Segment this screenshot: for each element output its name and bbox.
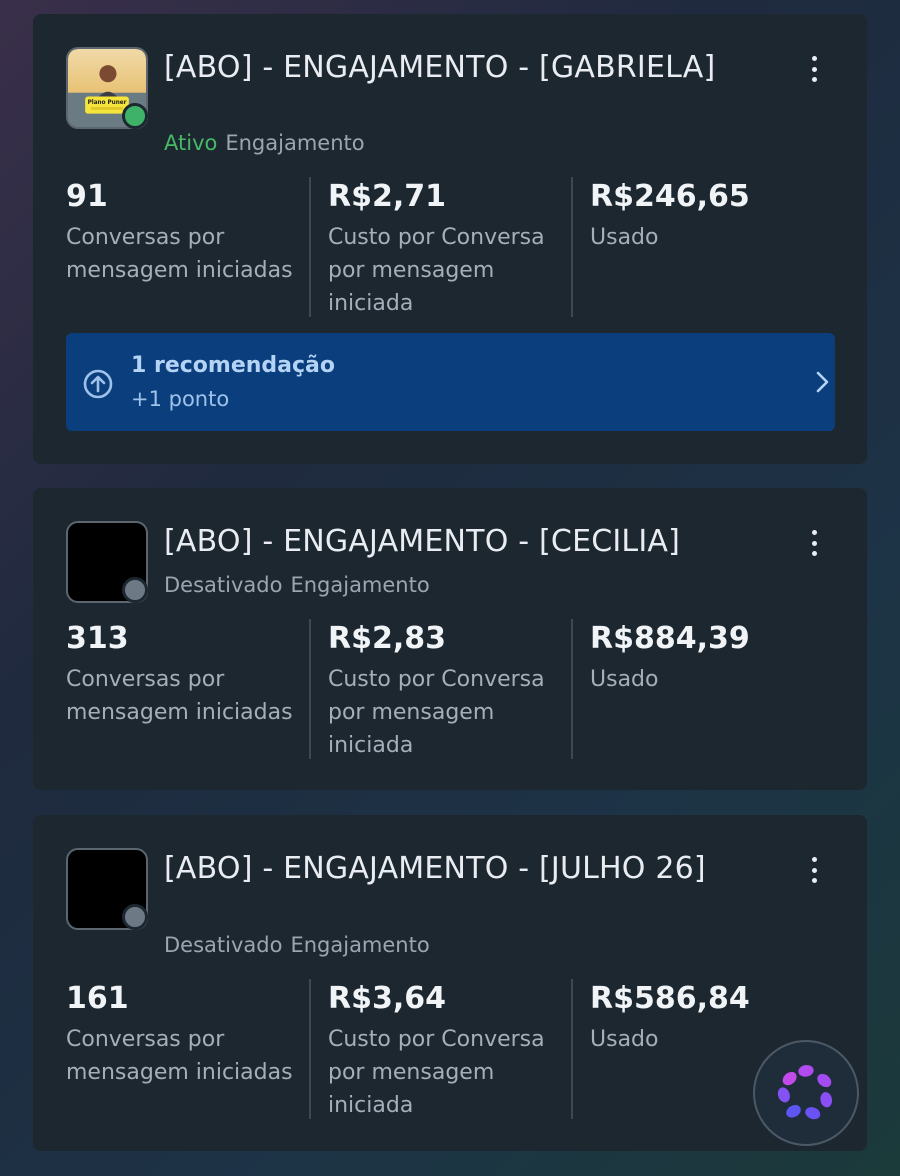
metric-label: Custo por Conversa por mensagem iniciada [328,667,545,758]
campaign-metrics: 313 Conversas por mensagem iniciadas R$2… [66,619,836,759]
thumbnail-text: Plano Puner [88,100,127,106]
campaign-title[interactable]: [ABO] - ENGAJAMENTO - [GABRIELA] [164,48,754,88]
more-options-icon[interactable] [801,526,827,560]
status-indicator-active [122,103,148,129]
metric-value: 161 [66,981,129,1016]
campaign-objective: Engajamento [225,131,365,155]
metric-label: Conversas por mensagem iniciadas [66,225,293,283]
status-indicator-inactive [122,577,148,603]
metric-value: R$3,64 [328,981,446,1016]
meta-ai-icon [777,1065,833,1120]
campaign-title[interactable]: [ABO] - ENGAJAMENTO - [JULHO 26] [164,849,754,889]
campaign-card[interactable]: Plano Puner [ABO] - ENGAJAMENTO - [GABRI… [33,14,867,464]
metric-value: R$246,65 [590,179,750,214]
campaign-status: Ativo [164,131,218,155]
recommendation-title: 1 recomendação [131,353,335,378]
campaign-objective: Engajamento [290,573,430,597]
campaign-title[interactable]: [ABO] - ENGAJAMENTO - [CECILIA] [164,522,754,562]
campaign-objective: Engajamento [290,933,430,957]
metric-conversations: 313 Conversas por mensagem iniciadas [66,619,306,729]
metric-value: 91 [66,179,108,214]
arrow-up-circle-icon [83,369,113,399]
more-options-icon[interactable] [801,853,827,887]
metric-spent: R$884,39 Usado [590,619,830,696]
metric-label: Custo por Conversa por mensagem iniciada [328,225,545,316]
metric-divider [571,619,573,759]
status-indicator-inactive [122,904,148,930]
metric-cost-per-conversation: R$2,71 Custo por Conversa por mensagem i… [328,177,568,320]
metric-value: R$586,84 [590,981,750,1016]
campaign-card[interactable]: [ABO] - ENGAJAMENTO - [CECILIA] Desativa… [33,488,867,790]
metric-cost-per-conversation: R$2,83 Custo por Conversa por mensagem i… [328,619,568,762]
meta-ai-button[interactable] [753,1040,859,1146]
more-options-icon[interactable] [801,52,827,86]
recommendation-subtitle: +1 ponto [131,387,230,411]
campaign-status: Desativado [164,933,283,957]
metric-value: R$884,39 [590,621,750,656]
metric-spent: R$246,65 Usado [590,177,830,254]
metric-label: Usado [590,667,659,692]
metric-value: R$2,83 [328,621,446,656]
campaign-status-line: Desativado Engajamento [164,933,430,957]
metric-label: Usado [590,225,659,250]
campaign-metrics: 161 Conversas por mensagem iniciadas R$3… [66,979,836,1119]
campaign-metrics: 91 Conversas por mensagem iniciadas R$2,… [66,177,836,317]
metric-cost-per-conversation: R$3,64 Custo por Conversa por mensagem i… [328,979,568,1122]
metric-divider [309,979,311,1119]
metric-label: Custo por Conversa por mensagem iniciada [328,1027,545,1118]
metric-value: 313 [66,621,129,656]
metric-divider [571,979,573,1119]
metric-conversations: 161 Conversas por mensagem iniciadas [66,979,306,1089]
campaign-status-line: Desativado Engajamento [164,573,430,597]
metric-conversations: 91 Conversas por mensagem iniciadas [66,177,306,287]
chevron-right-icon [816,371,829,393]
recommendation-banner[interactable]: 1 recomendação +1 ponto [66,333,835,431]
metric-value: R$2,71 [328,179,446,214]
metric-label: Conversas por mensagem iniciadas [66,1027,293,1085]
metric-label: Conversas por mensagem iniciadas [66,667,293,725]
campaign-list: Plano Puner [ABO] - ENGAJAMENTO - [GABRI… [0,0,900,1176]
metric-divider [309,177,311,317]
campaign-card[interactable]: [ABO] - ENGAJAMENTO - [JULHO 26] Desativ… [33,815,867,1151]
campaign-status-line: Ativo Engajamento [164,131,365,155]
campaign-status: Desativado [164,573,283,597]
metric-divider [571,177,573,317]
metric-divider [309,619,311,759]
